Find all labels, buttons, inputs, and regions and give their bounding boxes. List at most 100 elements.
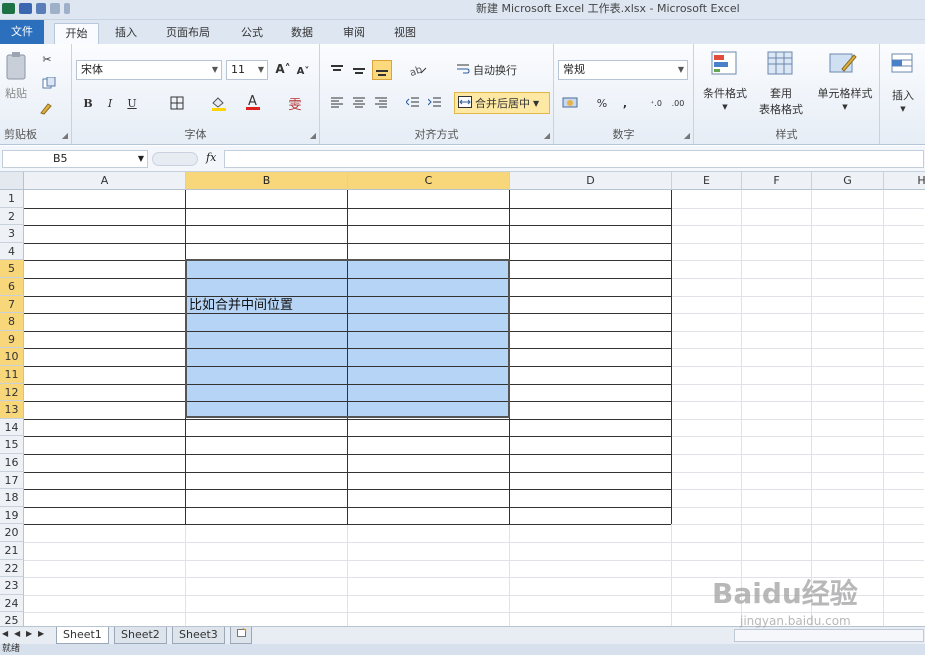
sheet-tab-3[interactable]: Sheet3 xyxy=(172,627,225,644)
italic-button[interactable]: I xyxy=(102,94,118,112)
align-center-icon[interactable] xyxy=(350,94,368,110)
wrap-text-button[interactable]: 自动换行 xyxy=(456,60,532,80)
row-header-14[interactable]: 14 xyxy=(0,418,24,437)
comma-button[interactable]: , xyxy=(618,94,632,112)
copy-icon[interactable] xyxy=(38,76,62,90)
bold-button[interactable]: B xyxy=(80,94,96,112)
row-header-8[interactable]: 8 xyxy=(0,313,24,331)
row-header-5[interactable]: 5 xyxy=(0,260,24,278)
column-header-h[interactable]: H xyxy=(884,172,925,190)
format-as-table-button[interactable]: 表格格式 xyxy=(750,102,812,116)
fill-color-icon[interactable] xyxy=(208,94,230,112)
customize-qat-icon[interactable] xyxy=(64,2,70,14)
row-header-12[interactable]: 12 xyxy=(0,383,24,402)
cell-b7[interactable]: 比如合并中间位置 xyxy=(189,297,293,315)
underline-button[interactable]: U xyxy=(124,94,140,112)
row-header-24[interactable]: 24 xyxy=(0,594,24,613)
tab-insert[interactable]: 插入 xyxy=(112,23,140,44)
column-header-d[interactable]: D xyxy=(510,172,672,190)
increase-decimal-icon[interactable]: ⁺.0 xyxy=(646,94,666,112)
font-size-select[interactable]: 11 ▼ xyxy=(226,60,268,80)
insert-cells-button[interactable]: 插入 xyxy=(884,88,922,102)
tab-page-layout[interactable]: 页面布局 xyxy=(160,23,216,44)
paste-button[interactable]: 粘贴 xyxy=(2,86,30,100)
font-color-icon[interactable]: A xyxy=(242,92,264,112)
decrease-decimal-icon[interactable]: .00 xyxy=(668,94,688,112)
format-painter-icon[interactable] xyxy=(38,100,54,116)
first-sheet-icon[interactable]: ◀ xyxy=(2,629,8,638)
top-align-icon[interactable] xyxy=(328,62,346,78)
column-header-f[interactable]: F xyxy=(742,172,812,190)
next-sheet-icon[interactable]: ▶ xyxy=(26,629,32,638)
row-header-3[interactable]: 3 xyxy=(0,225,24,243)
orientation-icon[interactable]: ab xyxy=(406,62,432,78)
redo-icon[interactable] xyxy=(50,2,60,14)
tab-data[interactable]: 数据 xyxy=(287,23,317,44)
paste-icon[interactable] xyxy=(2,50,30,82)
row-header-10[interactable]: 10 xyxy=(0,348,24,366)
column-header-b[interactable]: B xyxy=(186,172,348,190)
row-header-1[interactable]: 1 xyxy=(0,190,24,208)
borders-icon[interactable] xyxy=(166,94,188,112)
insert-function-button[interactable]: fx xyxy=(206,151,216,164)
conditional-format-button[interactable]: 条件格式 xyxy=(696,86,754,100)
prev-sheet-icon[interactable]: ◀ xyxy=(14,629,20,638)
decrease-indent-icon[interactable] xyxy=(404,94,422,110)
formula-input[interactable] xyxy=(224,150,924,168)
column-header-g[interactable]: G xyxy=(812,172,884,190)
last-sheet-icon[interactable]: ▶ xyxy=(38,629,44,638)
row-header-21[interactable]: 21 xyxy=(0,542,24,560)
row-header-23[interactable]: 23 xyxy=(0,577,24,595)
row-header-22[interactable]: 22 xyxy=(0,559,24,578)
row-header-25[interactable]: 25 xyxy=(0,612,24,626)
tab-view[interactable]: 视图 xyxy=(390,23,420,44)
formula-bar-toggle[interactable] xyxy=(152,152,198,166)
align-right-icon[interactable] xyxy=(372,94,390,110)
row-header-11[interactable]: 11 xyxy=(0,366,24,384)
grow-font-icon[interactable]: A˄ xyxy=(274,60,292,78)
cell-styles-button[interactable]: 单元格样式 xyxy=(812,86,878,100)
select-all-button[interactable] xyxy=(0,172,24,190)
row-header-13[interactable]: 13 xyxy=(0,401,24,419)
tab-file[interactable]: 文件 xyxy=(0,20,44,44)
row-header-18[interactable]: 18 xyxy=(0,489,24,507)
percent-button[interactable]: % xyxy=(594,94,610,112)
undo-icon[interactable] xyxy=(36,2,46,14)
cell-styles-icon[interactable] xyxy=(826,48,860,80)
alignment-launcher-icon[interactable]: ◢ xyxy=(544,131,550,140)
cut-icon[interactable]: ✂ xyxy=(40,52,54,66)
format-as-table-label-1[interactable]: 套用 xyxy=(756,86,806,100)
insert-sheet-icon[interactable] xyxy=(230,627,252,644)
tab-review[interactable]: 审阅 xyxy=(338,23,370,44)
row-header-16[interactable]: 16 xyxy=(0,454,24,472)
tab-home[interactable]: 开始 xyxy=(54,23,99,44)
row-header-17[interactable]: 17 xyxy=(0,471,24,490)
bottom-align-icon[interactable] xyxy=(372,60,392,80)
worksheet-grid[interactable]: ABCDEFGH 1 2 3 4 5 6 7 8 9 10 11 12 13 14 15 16 17 18 19 20… xyxy=(0,172,925,626)
sheet-tab-2[interactable]: Sheet2 xyxy=(114,627,167,644)
number-format-select[interactable]: 常规 ▼ xyxy=(558,60,688,80)
font-launcher-icon[interactable]: ◢ xyxy=(310,131,316,140)
row-header-7[interactable]: 7 xyxy=(0,295,24,314)
tab-formulas[interactable]: 公式 xyxy=(235,23,269,44)
increase-indent-icon[interactable] xyxy=(426,94,444,110)
column-header-e[interactable]: E xyxy=(672,172,742,190)
clipboard-launcher-icon[interactable]: ◢ xyxy=(62,131,68,140)
number-launcher-icon[interactable]: ◢ xyxy=(684,131,690,140)
row-header-6[interactable]: 6 xyxy=(0,278,24,296)
middle-align-icon[interactable] xyxy=(350,62,368,78)
format-as-table-icon[interactable] xyxy=(764,48,798,80)
align-left-icon[interactable] xyxy=(328,94,346,110)
save-icon[interactable] xyxy=(19,2,32,14)
sheet-tab-1[interactable]: Sheet1 xyxy=(56,627,109,644)
conditional-format-icon[interactable] xyxy=(708,48,742,80)
insert-cells-icon[interactable] xyxy=(888,48,918,80)
row-header-19[interactable]: 19 xyxy=(0,506,24,525)
accounting-format-icon[interactable] xyxy=(560,94,586,112)
shrink-font-icon[interactable]: A˅ xyxy=(294,62,312,80)
merge-center-button[interactable]: 合并后居中 ▼ xyxy=(454,92,550,114)
row-header-9[interactable]: 9 xyxy=(0,330,24,349)
name-box[interactable]: B5 ▼ xyxy=(2,150,148,168)
font-name-select[interactable]: 宋体 ▼ xyxy=(76,60,222,80)
row-header-4[interactable]: 4 xyxy=(0,242,24,261)
